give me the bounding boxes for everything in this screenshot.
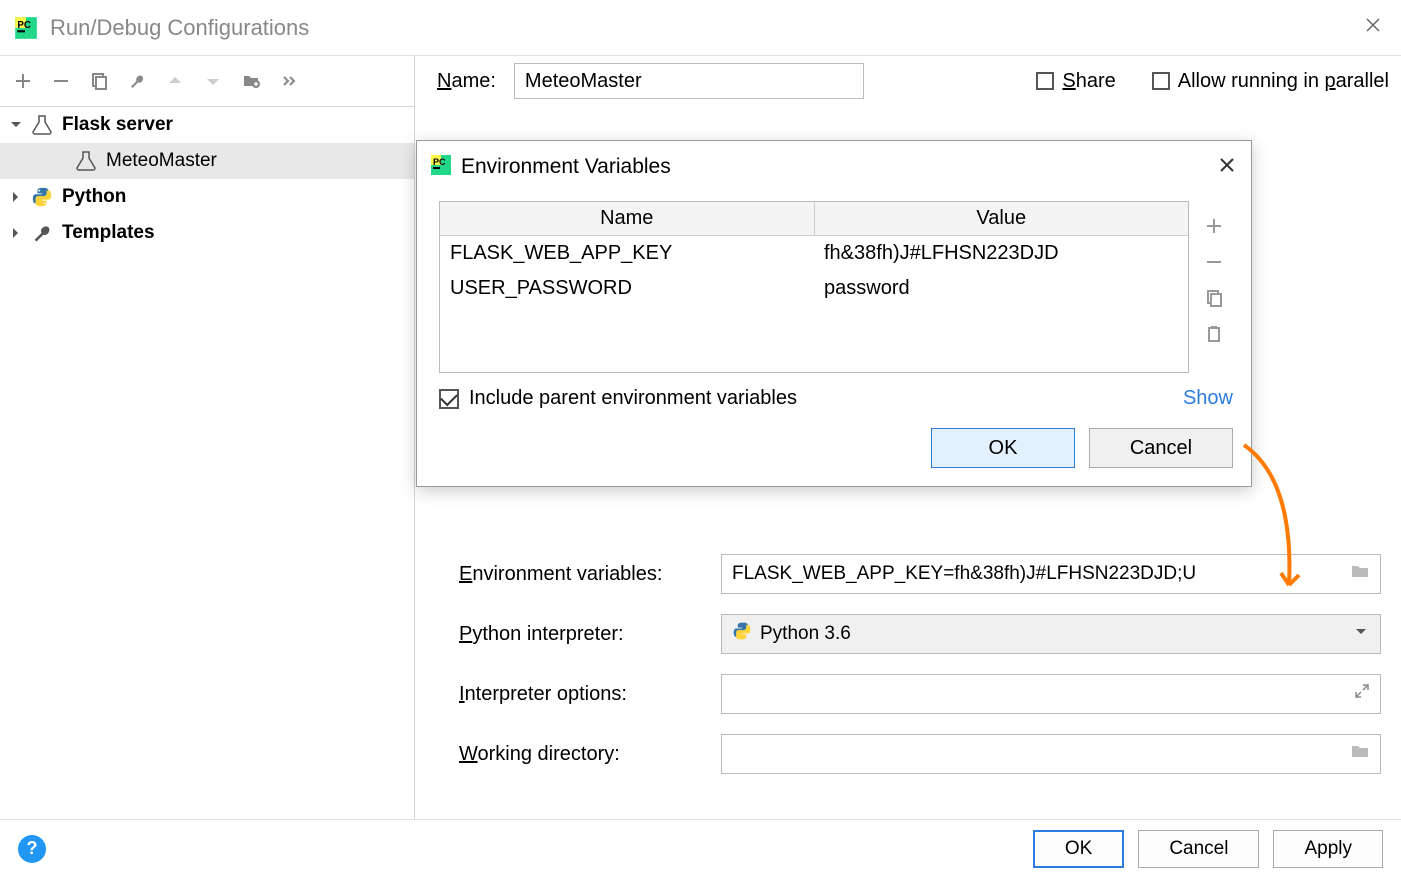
python-interpreter-dropdown[interactable]: Python 3.6 xyxy=(721,614,1381,654)
python-interpreter-label: Python interpreter: xyxy=(459,623,721,646)
copy-icon[interactable] xyxy=(1201,285,1227,311)
env-vars-input[interactable]: FLASK_WEB_APP_KEY=fh&38fh)J#LFHSN223DJD;… xyxy=(721,554,1381,594)
name-row: Name: Share Allow running in parallel xyxy=(415,56,1401,106)
checkbox-checked-icon[interactable] xyxy=(439,389,459,409)
working-directory-label: Working directory: xyxy=(459,743,721,766)
include-parent-row: Include parent environment variables Sho… xyxy=(439,387,1233,410)
cell-value: fh&38fh)J#LFHSN223DJD xyxy=(814,236,1188,271)
tree-label: MeteoMaster xyxy=(106,150,217,172)
chevron-right-icon[interactable] xyxy=(6,187,26,207)
tree-item-templates[interactable]: Templates xyxy=(0,215,414,251)
env-vars-row: Environment variables: FLASK_WEB_APP_KEY… xyxy=(459,554,1381,594)
env-table-header: Name Value xyxy=(440,202,1188,236)
wrench-icon xyxy=(28,222,56,244)
chevron-right-icon[interactable] xyxy=(6,223,26,243)
interpreter-options-input[interactable] xyxy=(721,674,1381,714)
tree-label: Templates xyxy=(62,222,155,244)
tree-item-python[interactable]: Python xyxy=(0,179,414,215)
name-input[interactable] xyxy=(514,63,864,99)
down-arrow-icon[interactable] xyxy=(198,66,228,96)
chevrons-icon[interactable] xyxy=(274,66,304,96)
cancel-button[interactable]: Cancel xyxy=(1089,428,1233,468)
folder-add-icon[interactable] xyxy=(236,66,266,96)
working-directory-input[interactable] xyxy=(721,734,1381,774)
window-title: Run/Debug Configurations xyxy=(50,15,1357,41)
table-row[interactable]: USER_PASSWORD password xyxy=(440,271,1188,306)
env-table-wrap: Name Value FLASK_WEB_APP_KEY fh&38fh)J#L… xyxy=(439,201,1233,373)
toolbar xyxy=(0,56,414,106)
tree-item-meteomaster[interactable]: MeteoMaster xyxy=(0,143,414,179)
tree-label: Flask server xyxy=(62,114,173,136)
pycharm-icon: PC xyxy=(12,14,40,42)
interpreter-options-label: Interpreter options: xyxy=(459,683,721,706)
chevron-down-icon[interactable] xyxy=(6,115,26,135)
pycharm-icon: PC xyxy=(429,153,453,182)
add-icon[interactable] xyxy=(8,66,38,96)
cancel-button[interactable]: Cancel xyxy=(1138,830,1259,868)
cell-name: FLASK_WEB_APP_KEY xyxy=(440,236,814,271)
cell-name: USER_PASSWORD xyxy=(440,271,814,306)
tree-label: Python xyxy=(62,186,126,208)
show-link[interactable]: Show xyxy=(1183,387,1233,410)
python-icon xyxy=(28,186,56,208)
wrench-icon[interactable] xyxy=(122,66,152,96)
close-icon[interactable] xyxy=(1215,152,1239,183)
table-row[interactable]: FLASK_WEB_APP_KEY fh&38fh)J#LFHSN223DJD xyxy=(440,236,1188,271)
env-vars-dialog: PC Environment Variables Name Value FLAS… xyxy=(416,140,1252,487)
col-name: Name xyxy=(440,202,815,235)
interpreter-options-row: Interpreter options: xyxy=(459,674,1381,714)
col-value: Value xyxy=(815,202,1189,235)
chevron-down-icon xyxy=(1354,623,1368,645)
close-icon[interactable] xyxy=(1357,12,1389,43)
folder-icon[interactable] xyxy=(1350,743,1370,765)
dialog-title: Environment Variables xyxy=(461,155,1215,179)
ok-button[interactable]: OK xyxy=(931,428,1075,468)
expand-icon[interactable] xyxy=(1354,683,1370,705)
flask-icon xyxy=(72,150,100,172)
working-directory-row: Working directory: xyxy=(459,734,1381,774)
copy-icon[interactable] xyxy=(84,66,114,96)
allow-parallel-checkbox[interactable]: Allow running in parallel xyxy=(1152,70,1389,93)
env-table: Name Value FLASK_WEB_APP_KEY fh&38fh)J#L… xyxy=(439,201,1189,373)
env-side-buttons xyxy=(1195,201,1233,373)
ok-button[interactable]: OK xyxy=(1033,830,1124,868)
dialog-buttons: OK Cancel xyxy=(439,428,1233,474)
env-vars-label: Environment variables: xyxy=(459,563,721,586)
bottom-bar: ? OK Cancel Apply xyxy=(0,819,1401,877)
share-label: Share xyxy=(1062,70,1115,93)
table-spacer xyxy=(440,306,1188,372)
cell-value: password xyxy=(814,271,1188,306)
apply-button[interactable]: Apply xyxy=(1273,830,1383,868)
add-icon[interactable] xyxy=(1201,213,1227,239)
up-arrow-icon[interactable] xyxy=(160,66,190,96)
flask-icon xyxy=(28,114,56,136)
dialog-titlebar: PC Environment Variables xyxy=(417,141,1251,193)
remove-icon[interactable] xyxy=(46,66,76,96)
remove-icon[interactable] xyxy=(1201,249,1227,275)
share-checkbox[interactable]: Share xyxy=(1036,70,1115,93)
browse-icon[interactable] xyxy=(1350,563,1370,585)
python-interpreter-row: Python interpreter: Python 3.6 xyxy=(459,614,1381,654)
name-label: Name: xyxy=(437,70,496,93)
allow-parallel-label: Allow running in parallel xyxy=(1178,70,1389,93)
titlebar: PC Run/Debug Configurations xyxy=(0,0,1401,56)
dialog-body: Name Value FLASK_WEB_APP_KEY fh&38fh)J#L… xyxy=(417,193,1251,486)
python-icon xyxy=(732,621,752,647)
svg-text:PC: PC xyxy=(433,157,446,167)
tree-item-flask-server[interactable]: Flask server xyxy=(0,107,414,143)
checkbox-icon xyxy=(1036,72,1054,90)
paste-icon[interactable] xyxy=(1201,321,1227,347)
svg-text:PC: PC xyxy=(17,20,31,31)
help-icon[interactable]: ? xyxy=(18,835,46,863)
configuration-tree: Flask server MeteoMaster Python Template… xyxy=(0,106,414,819)
include-parent-label: Include parent environment variables xyxy=(469,387,797,410)
checkbox-icon xyxy=(1152,72,1170,90)
left-panel: Flask server MeteoMaster Python Template… xyxy=(0,56,415,819)
